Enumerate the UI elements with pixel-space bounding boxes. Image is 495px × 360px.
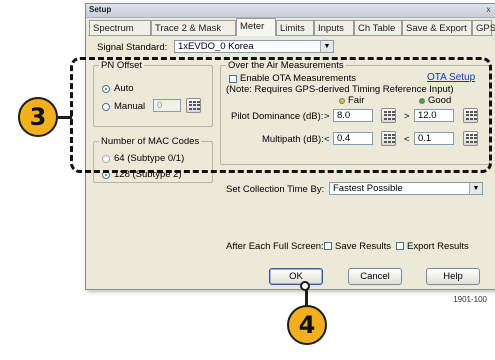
after-full-screen-label: After Each Full Screen:	[226, 241, 324, 252]
ok-button[interactable]: OK	[269, 268, 323, 285]
signal-standard-value: 1xEVDO_0 Korea	[178, 41, 254, 52]
chevron-down-icon[interactable]: ▼	[320, 41, 333, 52]
signal-standard-select[interactable]: 1xEVDO_0 Korea ▼	[174, 40, 334, 53]
dialog-title: Setup	[89, 5, 112, 14]
export-results-checkbox[interactable]	[396, 242, 404, 250]
collection-time-select[interactable]: Fastest Possible ▼	[329, 182, 483, 195]
tab-gps[interactable]: GPS	[472, 20, 495, 35]
save-results-label: Save Results	[335, 241, 391, 252]
callout-badge-3: 3	[18, 97, 58, 137]
highlight-frame	[70, 57, 492, 173]
save-results-checkbox[interactable]	[324, 242, 332, 250]
tab-ch-table[interactable]: Ch Table	[354, 20, 402, 35]
callout-3-leader	[58, 116, 72, 119]
help-button[interactable]: Help	[426, 268, 480, 285]
tab-spectrum[interactable]: Spectrum	[89, 20, 151, 35]
tab-save-export[interactable]: Save & Export	[402, 20, 472, 35]
collection-time-label: Set Collection Time By:	[226, 184, 325, 195]
tab-divider	[88, 35, 493, 36]
signal-standard-label: Signal Standard:	[97, 42, 168, 53]
callout-4-anchor	[300, 281, 310, 291]
tab-meter[interactable]: Meter	[236, 18, 276, 36]
tab-limits[interactable]: Limits	[276, 20, 314, 35]
chevron-down-icon[interactable]: ▼	[469, 183, 482, 194]
figure-id: 1901-100	[453, 295, 487, 304]
tab-inputs[interactable]: Inputs	[314, 20, 354, 35]
cancel-button[interactable]: Cancel	[348, 268, 402, 285]
callout-badge-4: 4	[287, 305, 327, 345]
title-bar: Setup x	[86, 4, 495, 18]
export-results-label: Export Results	[407, 241, 469, 252]
collection-time-value: Fastest Possible	[333, 183, 403, 194]
close-icon[interactable]: x	[484, 5, 493, 14]
tab-trace-mask[interactable]: Trace 2 & Mask	[151, 20, 236, 35]
